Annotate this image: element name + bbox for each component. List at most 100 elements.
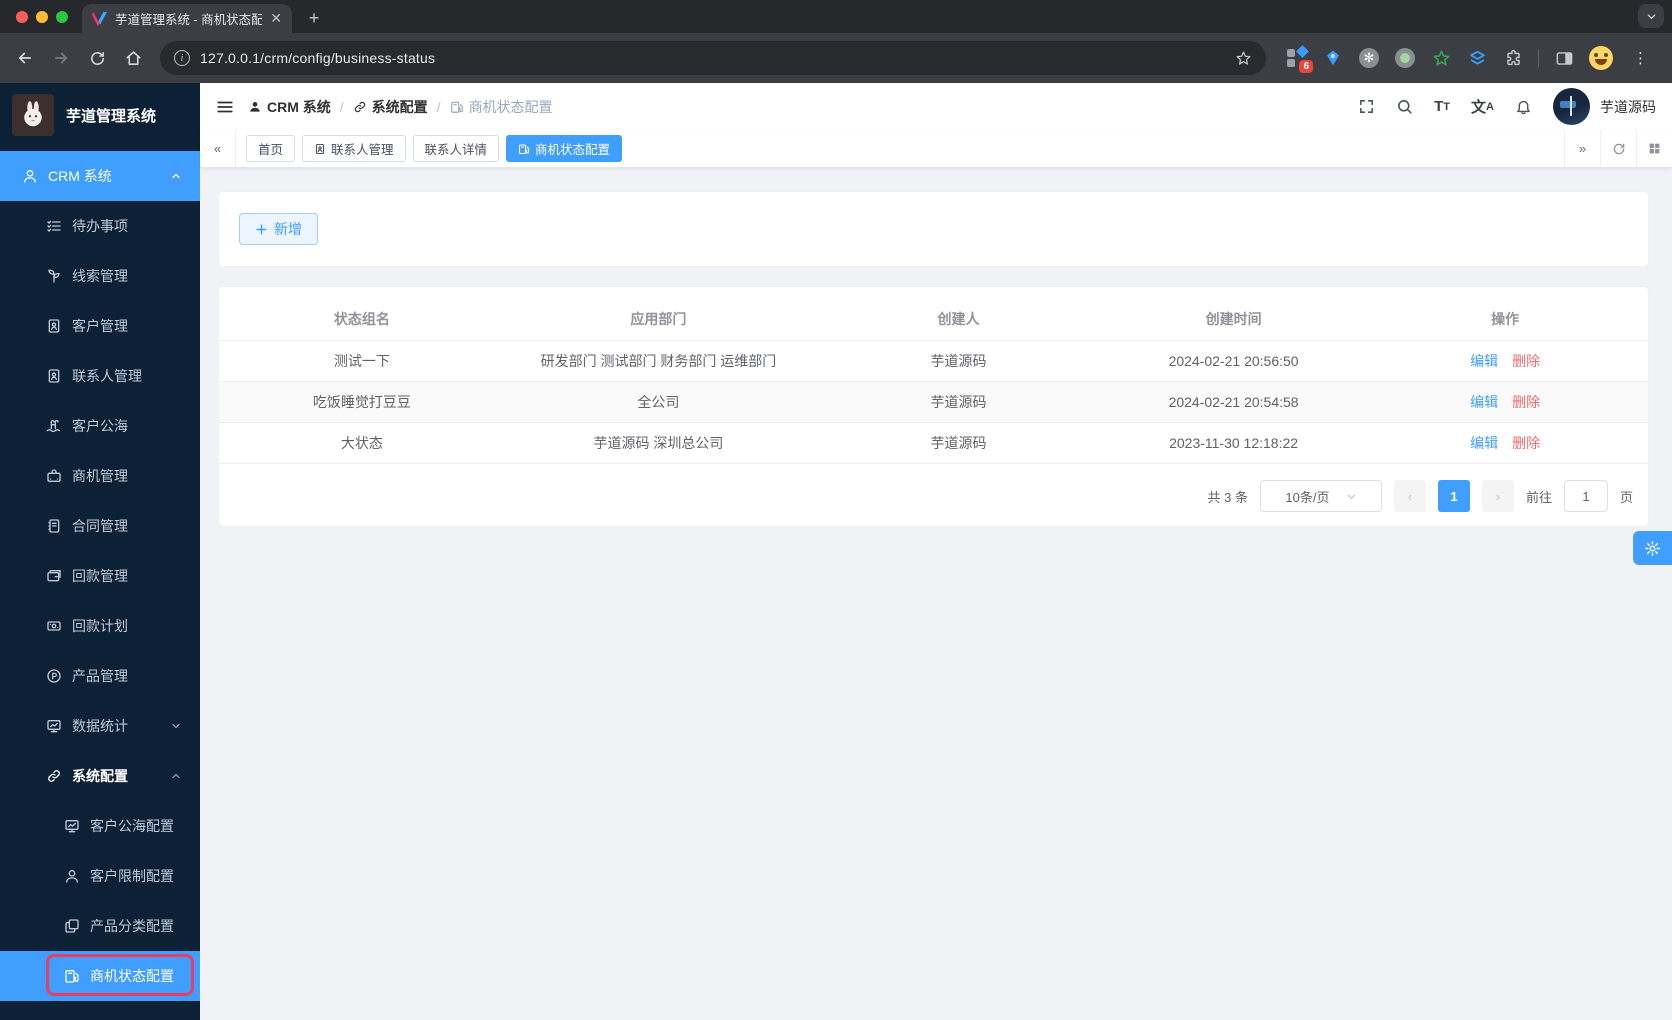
status-gauge-icon <box>65 970 79 983</box>
fullscreen-button[interactable] <box>1358 98 1375 115</box>
sidebar-item-business[interactable]: 商机管理 <box>0 451 200 501</box>
delete-link[interactable]: 删除 <box>1512 353 1540 369</box>
sidebar-item-customers[interactable]: 客户管理 <box>0 301 200 351</box>
language-button[interactable]: 文A <box>1471 96 1494 117</box>
user-avatar[interactable] <box>1553 88 1590 125</box>
sidebar-item-leads[interactable]: 线索管理 <box>0 251 200 301</box>
tag-label: 联系人管理 <box>331 143 394 157</box>
extension-star-icon[interactable] <box>1430 47 1452 69</box>
delete-link[interactable]: 删除 <box>1512 394 1540 410</box>
next-page-button[interactable]: › <box>1481 480 1514 512</box>
cell-creator: 芋道源码 <box>930 353 987 369</box>
top-header: CRM 系统 / 系统配置 / 商机状态配置 T T 文 A 芋道源码 <box>200 83 1672 130</box>
tab-close-icon[interactable]: ✕ <box>270 10 282 27</box>
sidebar-item-system-config[interactable]: 系统配置 <box>0 751 200 801</box>
cell-group-name: 测试一下 <box>333 353 390 369</box>
search-button[interactable] <box>1396 98 1413 115</box>
tags-layout-grid-button[interactable] <box>1636 130 1672 167</box>
chevron-down-icon <box>1347 494 1355 499</box>
site-info-icon[interactable]: i <box>174 50 190 66</box>
breadcrumb-separator: / <box>436 98 441 115</box>
extension-layers-icon[interactable] <box>1466 47 1488 69</box>
home-button[interactable] <box>118 43 148 73</box>
username[interactable]: 芋道源码 <box>1600 97 1656 117</box>
back-button[interactable] <box>10 43 40 73</box>
sidebar-item-receivable-plan[interactable]: 回款计划 <box>0 601 200 651</box>
page-number-button[interactable]: 1 <box>1437 480 1470 512</box>
new-tab-button[interactable]: + <box>300 4 328 32</box>
column-header-actions: 操作 <box>1491 310 1520 327</box>
goto-page-input[interactable] <box>1563 480 1608 512</box>
tags-refresh-button[interactable] <box>1600 130 1636 167</box>
edit-link[interactable]: 编辑 <box>1470 435 1498 451</box>
sidebar-item-label: 客户公海 <box>72 418 128 434</box>
notification-button[interactable] <box>1515 98 1532 115</box>
delete-link[interactable]: 删除 <box>1512 435 1540 451</box>
add-button[interactable]: 新增 <box>239 213 318 245</box>
tag-business-status-config[interactable]: 商机状态配置 <box>506 135 623 162</box>
column-header-department: 应用部门 <box>630 310 687 327</box>
prev-page-button[interactable]: ‹ <box>1393 480 1426 512</box>
extension-drop-icon[interactable] <box>1322 47 1344 69</box>
sidebar-item-label: 待办事项 <box>72 218 128 234</box>
fullscreen-icon <box>1360 100 1374 113</box>
sidebar-item-product-category-config[interactable]: 产品分类配置 <box>0 901 200 951</box>
forward-button[interactable] <box>46 43 76 73</box>
sidebar-item-receivables[interactable]: 回款管理 <box>0 551 200 601</box>
tab-search-button[interactable] <box>1638 4 1664 28</box>
tag-contacts[interactable]: 联系人管理 <box>302 135 406 162</box>
sidebar-item-contracts[interactable]: 合同管理 <box>0 501 200 551</box>
window-zoom-button[interactable] <box>56 10 68 23</box>
extension-grid-icon[interactable]: 6 <box>1286 45 1313 73</box>
table-row: 测试一下 研发部门 测试部门 财务部门 运维部门 芋道源码 2024-02-21… <box>219 341 1648 382</box>
sidebar-item-products[interactable]: 产品管理 <box>0 651 200 701</box>
sidebar-item-todo[interactable]: 待办事项 <box>0 201 200 251</box>
sidebar-item-crm[interactable]: CRM 系统 <box>0 151 200 201</box>
tags-list: 首页 联系人管理 联系人详情 商机状态配置 <box>236 135 1564 162</box>
sidebar-item-label: 系统配置 <box>72 768 128 784</box>
url-text[interactable]: 127.0.0.1/crm/config/business-status <box>200 50 1225 66</box>
address-bar[interactable]: i 127.0.0.1/crm/config/business-status <box>160 41 1266 75</box>
sidebar-item-customer-limit-config[interactable]: 客户限制配置 <box>0 851 200 901</box>
reload-button[interactable] <box>82 43 112 73</box>
logo-bunny-image <box>12 94 54 136</box>
sidebar-item-customer-pool[interactable]: 客户公海 <box>0 401 200 451</box>
column-header-creator: 创建人 <box>937 310 980 327</box>
sidebar-item-statistics[interactable]: 数据统计 <box>0 701 200 751</box>
extension-snowflake-icon[interactable]: ✻ <box>1358 47 1380 69</box>
product-p-icon <box>47 669 61 683</box>
browser-menu-icon[interactable]: ⋮ <box>1627 49 1654 67</box>
sidebar-item-pool-config[interactable]: 客户公海配置 <box>0 801 200 851</box>
page-content: 新增 状态组名 应用部门 创建人 创建时间 操作 测试一下 研发部门 测试部门 … <box>200 168 1672 1020</box>
column-header-created-time: 创建时间 <box>1205 310 1262 327</box>
sidebar-item-contacts[interactable]: 联系人管理 <box>0 351 200 401</box>
edit-link[interactable]: 编辑 <box>1470 394 1498 410</box>
browser-tab[interactable]: 芋道管理系统 - 商机状态配置 ✕ <box>82 4 292 33</box>
window-close-button[interactable] <box>16 10 28 23</box>
edit-link[interactable]: 编辑 <box>1470 353 1498 369</box>
extensions-puzzle-icon[interactable] <box>1502 47 1524 69</box>
contract-icon <box>48 519 60 533</box>
status-gauge-icon <box>518 143 530 154</box>
collapse-menu-button[interactable] <box>216 98 234 116</box>
extension-record-icon[interactable] <box>1394 47 1416 69</box>
breadcrumb-item-crm[interactable]: CRM 系统 <box>248 97 331 117</box>
tags-scroll-right-button[interactable]: » <box>1564 130 1600 167</box>
sidebar-logo[interactable]: 芋道管理系统 <box>0 83 200 147</box>
page-size-value: 10条/页 <box>1285 489 1330 505</box>
page-size-select[interactable]: 10条/页 <box>1259 480 1382 512</box>
breadcrumb-item-system-config[interactable]: 系统配置 <box>353 97 428 117</box>
sidebar-item-business-status-config[interactable]: 商机状态配置 <box>0 951 200 1001</box>
tag-contact-detail[interactable]: 联系人详情 <box>412 135 500 162</box>
browser-profile-avatar[interactable] <box>1589 46 1613 70</box>
tags-scroll-left-button[interactable]: « <box>200 130 236 167</box>
browser-tabstrip: 芋道管理系统 - 商机状态配置 ✕ + <box>0 0 1672 33</box>
split-view-icon[interactable] <box>1553 47 1575 69</box>
window-minimize-button[interactable] <box>36 10 48 23</box>
settings-drawer-button[interactable] <box>1633 531 1672 565</box>
tag-home[interactable]: 首页 <box>246 135 296 162</box>
pool-icon <box>46 420 60 433</box>
font-size-button[interactable]: TT <box>1434 98 1450 115</box>
tags-view-bar: « 首页 联系人管理 联系人详情 商机状态配置 » <box>200 130 1672 168</box>
bookmark-star-icon[interactable] <box>1235 50 1252 67</box>
